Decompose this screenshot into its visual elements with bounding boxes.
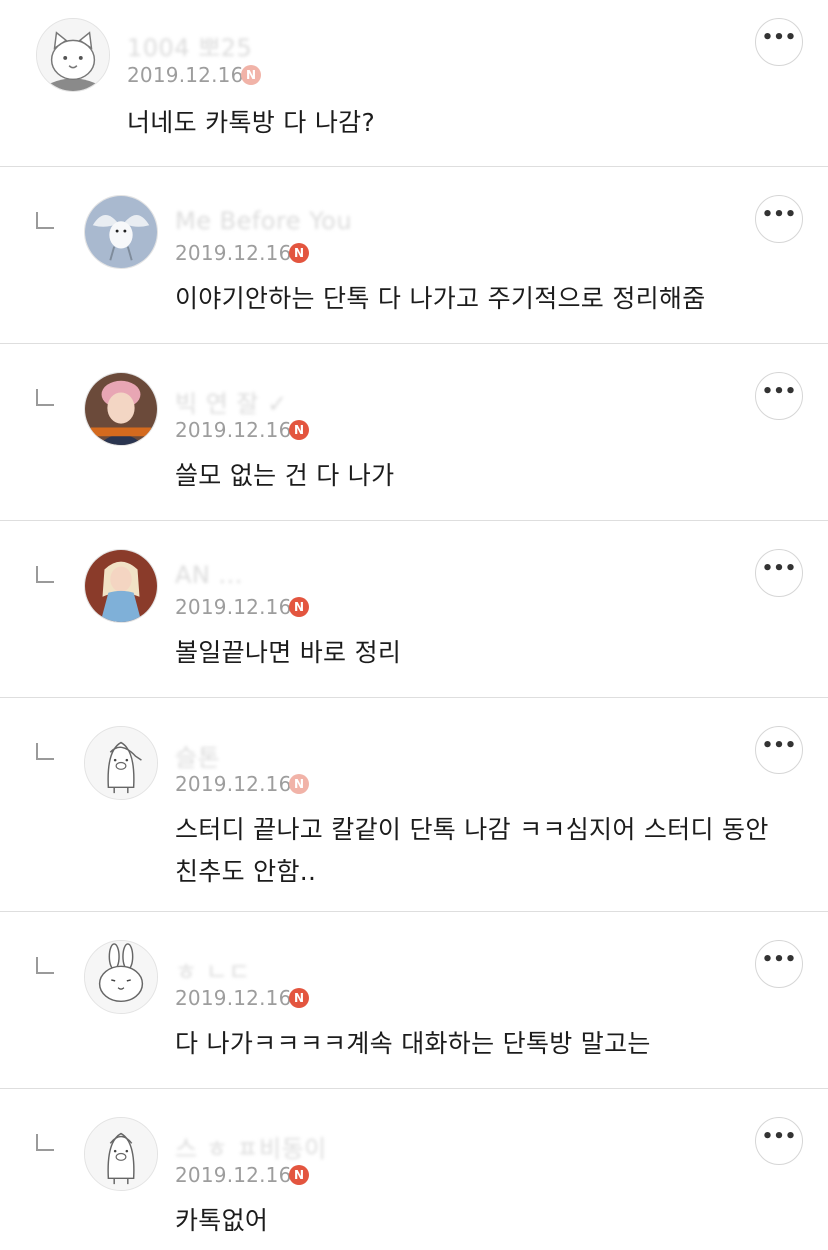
comment-item: ㅎ ㄴㄷ 2019.12.16 N 다 나가ㅋㅋㅋㅋ계속 대화하는 단톡방 말고… <box>0 912 828 1088</box>
new-badge: N <box>289 597 309 617</box>
comment-text-line: 스터디 끝나고 칼같이 단톡 나감 ㅋㅋ심지어 스터디 동안 <box>175 815 769 844</box>
avatar[interactable] <box>84 940 158 1014</box>
person-avatar-icon <box>85 373 157 445</box>
comment-author[interactable]: 빅 연 잘 ✓ <box>175 384 288 419</box>
comment-item: Me Before You 2019.12.16 N 이야기안하는 단톡 다 나… <box>0 167 828 343</box>
new-badge: N <box>289 1165 309 1185</box>
comment-text-line: 친추도 안함.. <box>175 857 317 886</box>
rabbit-avatar-icon <box>85 941 157 1013</box>
comment-date: 2019.12.16 <box>175 1163 292 1187</box>
comment-text-line: 이야기안하는 단톡 다 나가고 주기적으로 정리해줌 <box>175 284 706 313</box>
comment-date: 2019.12.16 <box>175 772 292 796</box>
new-badge: N <box>289 243 309 263</box>
comment-text-line: 너네도 카톡방 다 나감? <box>127 108 376 137</box>
comment-text: 카톡없어 <box>175 1200 268 1242</box>
comment-author[interactable]: Me Before You <box>175 207 352 235</box>
avatar[interactable] <box>84 549 158 623</box>
reply-arrow-icon <box>36 212 54 229</box>
reply-arrow-icon <box>36 743 54 760</box>
reply-arrow-icon <box>36 566 54 583</box>
comment-date: 2019.12.16 <box>127 63 244 87</box>
avatar[interactable] <box>84 195 158 269</box>
more-options-button[interactable]: ••• <box>755 726 803 774</box>
comment-date: 2019.12.16 <box>175 241 292 265</box>
comment-author[interactable]: ㅎ ㄴㄷ <box>175 952 251 987</box>
new-badge: N <box>241 65 261 85</box>
bird-avatar-icon <box>85 196 157 268</box>
cat-avatar-icon <box>37 19 109 91</box>
new-badge: N <box>289 988 309 1008</box>
comment-text-line: 쓸모 없는 건 다 나가 <box>175 461 395 490</box>
pig-avatar-icon <box>85 1118 157 1190</box>
comment-author[interactable]: 스 ㅎ ㅍ비동이 <box>175 1129 327 1164</box>
comment-text-line: 볼일끝나면 바로 정리 <box>175 638 402 667</box>
comment-text: 쓸모 없는 건 다 나가 <box>175 455 394 497</box>
comment-item: 빅 연 잘 ✓ 2019.12.16 N 쓸모 없는 건 다 나가 ••• <box>0 344 828 520</box>
comment-author[interactable]: 1004 뽀25 <box>127 28 252 63</box>
comment-item: 슬톤 2019.12.16 N 스터디 끝나고 칼같이 단톡 나감 ㅋㅋ심지어 … <box>0 698 828 911</box>
more-options-button[interactable]: ••• <box>755 1117 803 1165</box>
avatar[interactable] <box>84 372 158 446</box>
comment-text: 스터디 끝나고 칼같이 단톡 나감 ㅋㅋ심지어 스터디 동안 친추도 안함.. <box>175 809 769 893</box>
more-options-button[interactable]: ••• <box>755 940 803 988</box>
comment-item: 1004 뽀25 2019.12.16 N 너네도 카톡방 다 나감? ••• <box>0 0 828 166</box>
comment-text-line: 카톡없어 <box>175 1206 269 1235</box>
more-options-button[interactable]: ••• <box>755 372 803 420</box>
comment-text: 다 나가ㅋㅋㅋㅋ계속 대화하는 단톡방 말고는 <box>175 1023 651 1065</box>
avatar[interactable] <box>84 1117 158 1191</box>
avatar[interactable] <box>36 18 110 92</box>
comment-text: 이야기안하는 단톡 다 나가고 주기적으로 정리해줌 <box>175 278 706 320</box>
more-options-button[interactable]: ••• <box>755 195 803 243</box>
comment-author[interactable]: AN ... <box>175 561 243 589</box>
reply-arrow-icon <box>36 1134 54 1151</box>
comment-date: 2019.12.16 <box>175 595 292 619</box>
comment-item: AN ... 2019.12.16 N 볼일끝나면 바로 정리 ••• <box>0 521 828 697</box>
comment-author[interactable]: 슬톤 <box>175 738 220 773</box>
reply-arrow-icon <box>36 957 54 974</box>
more-options-button[interactable]: ••• <box>755 549 803 597</box>
princess-avatar-icon <box>85 550 157 622</box>
pig-avatar-icon <box>85 727 157 799</box>
comment-text-line: 다 나가ㅋㅋㅋㅋ계속 대화하는 단톡방 말고는 <box>175 1029 651 1058</box>
comment-text: 너네도 카톡방 다 나감? <box>127 102 375 144</box>
comment-item: 스 ㅎ ㅍ비동이 2019.12.16 N 카톡없어 ••• <box>0 1089 828 1250</box>
more-options-button[interactable]: ••• <box>755 18 803 66</box>
comment-text: 볼일끝나면 바로 정리 <box>175 632 401 674</box>
avatar[interactable] <box>84 726 158 800</box>
new-badge: N <box>289 420 309 440</box>
comment-date: 2019.12.16 <box>175 986 292 1010</box>
reply-arrow-icon <box>36 389 54 406</box>
new-badge: N <box>289 774 309 794</box>
comment-date: 2019.12.16 <box>175 418 292 442</box>
